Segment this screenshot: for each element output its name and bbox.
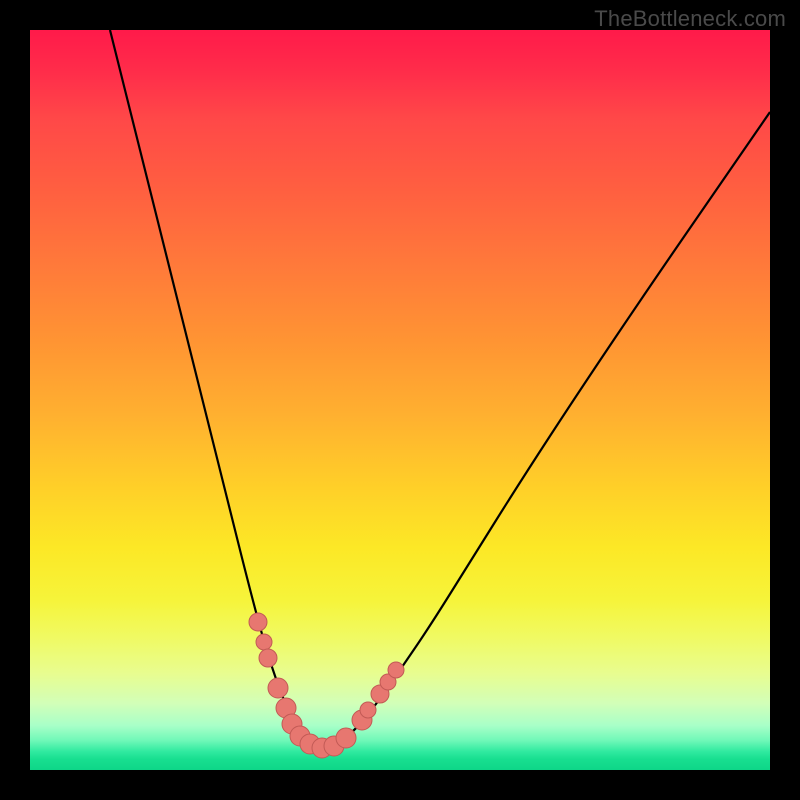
curve-marker: [336, 728, 356, 748]
curve-marker: [256, 634, 272, 650]
bottleneck-curve-path: [110, 30, 770, 748]
curve-marker: [360, 702, 376, 718]
curve-marker: [388, 662, 404, 678]
chart-frame: TheBottleneck.com: [0, 0, 800, 800]
curve-svg: [30, 30, 770, 770]
curve-markers: [249, 613, 404, 758]
curve-marker: [249, 613, 267, 631]
plot-area: [30, 30, 770, 770]
curve-marker: [259, 649, 277, 667]
watermark-text: TheBottleneck.com: [594, 6, 786, 32]
curve-marker: [268, 678, 288, 698]
